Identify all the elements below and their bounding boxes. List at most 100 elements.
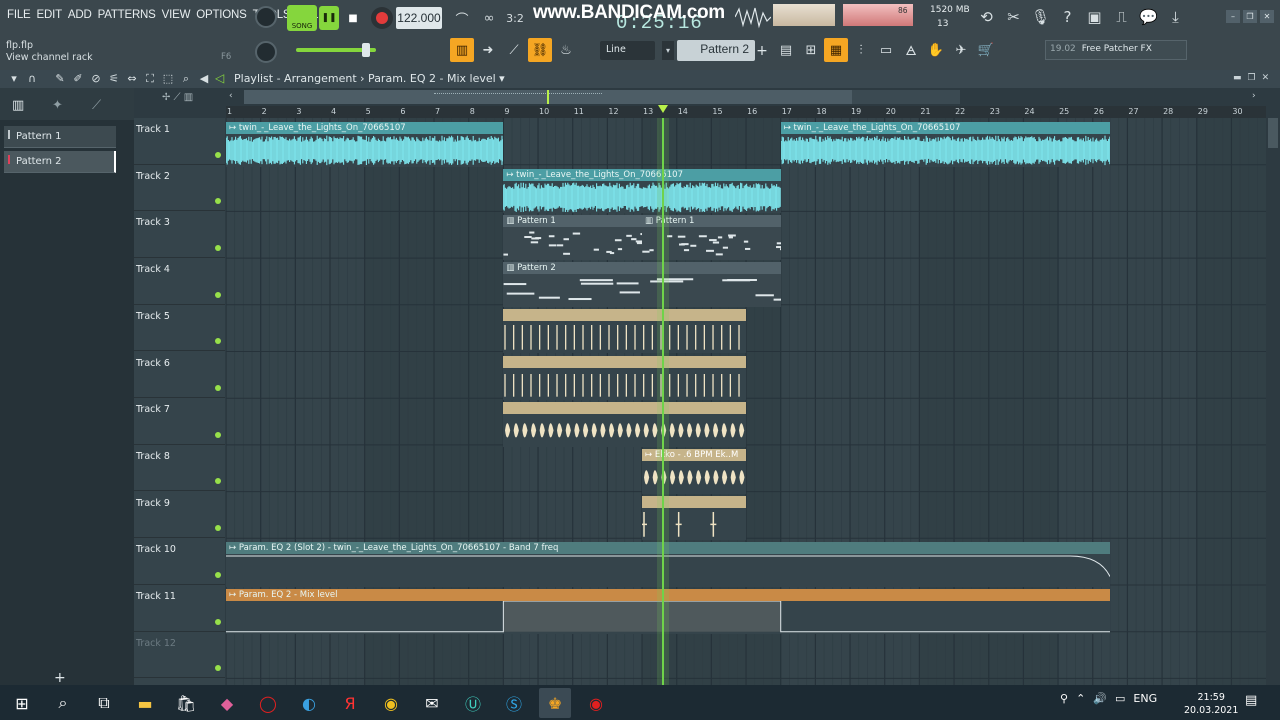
channel-rack-icon[interactable]: ▦ xyxy=(824,38,848,62)
windows-start-icon[interactable]: ⊞ xyxy=(6,688,38,718)
playlist-clip[interactable]: ▥ Pattern 1 xyxy=(503,215,646,261)
slice-icon[interactable]: ⛶ xyxy=(142,71,158,86)
menu-options[interactable]: OPTIONS xyxy=(193,9,249,21)
draw-icon[interactable]: ✎ xyxy=(52,71,68,86)
skype-icon[interactable]: Ⓢ xyxy=(498,688,530,718)
pause-button[interactable]: ❚❚ xyxy=(319,6,339,30)
master-volume-handle[interactable] xyxy=(362,43,370,57)
track-mute-led[interactable] xyxy=(215,244,221,251)
timeline-ruler[interactable]: 1 2 3 4 5 6 7 8 9 10 11 12 13 14 15 16 17 18 19 20 21 22 23 24 2… xyxy=(226,106,1266,118)
scroll-left-icon[interactable]: ‹ xyxy=(229,91,233,101)
link-icon[interactable]: ⛓ xyxy=(528,38,552,62)
metronome-icon[interactable]: ⌒ xyxy=(450,6,474,30)
track-mute-led[interactable] xyxy=(215,198,221,205)
track-mute-led[interactable] xyxy=(215,385,221,391)
song-mode-toggle[interactable]: SONG xyxy=(287,5,317,31)
chrome-icon[interactable]: ◉ xyxy=(375,688,407,718)
playlist-icon[interactable]: ▤ xyxy=(774,38,798,62)
download-icon[interactable]: ⤓ xyxy=(1162,4,1189,30)
fx-hint-field[interactable]: 19.02 Free Patcher FX xyxy=(1045,40,1187,60)
touch-controller-icon[interactable]: ✋ xyxy=(924,38,948,62)
track-mute-led[interactable] xyxy=(215,478,221,485)
task-view-icon[interactable]: ⧉ xyxy=(88,688,120,718)
arrow-right-icon[interactable]: ➜ xyxy=(476,38,500,62)
playlist-clip[interactable]: ↦ twin_-_Leave_the_Lights_On_70665107 xyxy=(225,122,504,167)
patterns-icon[interactable]: ▥ xyxy=(12,98,24,113)
track-header[interactable]: Track 4 xyxy=(134,258,225,305)
clock[interactable]: 21:59 20.03.2021 xyxy=(1184,691,1238,717)
pattern-selector[interactable]: Pattern 2 xyxy=(677,40,755,61)
microphone-icon[interactable]: 🎙 xyxy=(1027,4,1054,30)
pattern-item[interactable]: Pattern 2 xyxy=(4,151,116,173)
master-volume-knob[interactable] xyxy=(255,6,277,28)
piano-roll-icon[interactable]: ▥ xyxy=(450,38,474,62)
mixer-icon[interactable]: ⫶ xyxy=(849,38,873,62)
pattern-arrow-icon[interactable]: ▾ xyxy=(662,41,674,60)
piano-roll-view-icon[interactable]: ⊞ xyxy=(799,38,823,62)
restore-icon[interactable]: ❐ xyxy=(1243,10,1257,23)
playlist-restore-icon[interactable]: ❐ xyxy=(1248,73,1256,83)
fl-studio-icon[interactable]: ♚ xyxy=(539,688,571,718)
vertical-scroll-thumb[interactable] xyxy=(1268,118,1278,148)
stop-button[interactable]: ■ xyxy=(343,6,363,30)
help-icon[interactable]: ? xyxy=(1054,4,1081,30)
edge-icon[interactable]: ◐ xyxy=(293,688,325,718)
playlist-clip[interactable] xyxy=(503,308,747,354)
pencil-icon[interactable]: ⟋ xyxy=(502,38,526,62)
notification-icon[interactable]: ▤ xyxy=(1245,693,1257,708)
track-mute-led[interactable] xyxy=(215,665,221,672)
track-mute-led[interactable] xyxy=(215,338,221,345)
volume-icon[interactable]: 🔊 xyxy=(1093,692,1107,705)
wait-input-icon[interactable]: ∞ xyxy=(477,6,501,30)
vertical-scrollbar[interactable] xyxy=(1266,118,1280,685)
browser-icon[interactable]: ▭ xyxy=(874,38,898,62)
shop-icon[interactable]: 🛒 xyxy=(974,38,998,62)
zoom-icon[interactable]: ⌕ xyxy=(178,71,194,86)
track-header[interactable]: Track 9 xyxy=(134,492,225,539)
slip-icon[interactable]: ⇔ xyxy=(124,71,140,86)
mute-icon[interactable]: ⚟ xyxy=(106,71,122,86)
menu-file[interactable]: FILE xyxy=(4,9,34,21)
track-mute-led[interactable] xyxy=(215,151,221,158)
language-indicator[interactable]: ENG xyxy=(1133,692,1157,705)
track-header[interactable]: Track 2 xyxy=(134,165,225,212)
save-icon[interactable]: ▣ xyxy=(1081,4,1108,30)
track-header[interactable]: Track 3 xyxy=(134,211,225,258)
minimize-icon[interactable]: – xyxy=(1226,10,1240,23)
close-icon[interactable]: ✕ xyxy=(1260,10,1274,23)
playlist-clip[interactable] xyxy=(503,402,747,447)
track-header[interactable]: Track 6 xyxy=(134,352,225,398)
scissors-icon[interactable]: ✂ xyxy=(1000,4,1027,30)
track-header[interactable]: Track 12 xyxy=(134,632,225,679)
playlist-clip[interactable] xyxy=(503,355,747,401)
track-header[interactable]: Track 11 xyxy=(134,585,225,632)
menu-arrow-icon[interactable]: ▾ xyxy=(6,71,22,86)
app-icon[interactable]: ◆ xyxy=(211,688,243,718)
tray-arrow-icon[interactable]: ⌃ xyxy=(1076,692,1085,705)
playhead-marker[interactable] xyxy=(657,105,668,113)
menu-patterns[interactable]: PATTERNS xyxy=(95,9,159,21)
store-icon[interactable]: 🛍 xyxy=(170,688,202,718)
menu-view[interactable]: VIEW xyxy=(159,9,194,21)
send-icon[interactable]: ✈ xyxy=(949,38,973,62)
network-icon[interactable]: ▭ xyxy=(1115,692,1125,705)
audio-icon[interactable]: ✦ xyxy=(52,98,63,113)
track-header[interactable]: Track 7 xyxy=(134,398,225,445)
add-pattern-icon[interactable]: + xyxy=(755,40,769,61)
search-icon[interactable]: ⌕ xyxy=(47,688,79,718)
people-icon[interactable]: ⚲ xyxy=(1060,692,1068,705)
tempo-display[interactable]: 122.000 xyxy=(396,7,442,29)
countdown-icon[interactable]: 3:2 xyxy=(503,6,527,30)
yandex-icon[interactable]: Я xyxy=(334,688,366,718)
menu-edit[interactable]: EDIT xyxy=(34,9,65,21)
playlist-close-icon[interactable]: ✕ xyxy=(1262,73,1270,83)
zoom-buttons[interactable]: ✢ ⟋ ▥ xyxy=(162,92,193,103)
playlist-play-icon[interactable]: ◁ xyxy=(215,71,224,85)
plugin-icon[interactable]: ⎍ xyxy=(1108,4,1135,30)
select-icon[interactable]: ⬚ xyxy=(160,71,176,86)
opera-icon[interactable]: ◯ xyxy=(252,688,284,718)
track-header[interactable]: Track 8 xyxy=(134,445,225,492)
uplay-icon[interactable]: Ⓤ xyxy=(457,688,489,718)
track-header[interactable]: Track 10 xyxy=(134,538,225,585)
menu-add[interactable]: ADD xyxy=(65,9,95,21)
